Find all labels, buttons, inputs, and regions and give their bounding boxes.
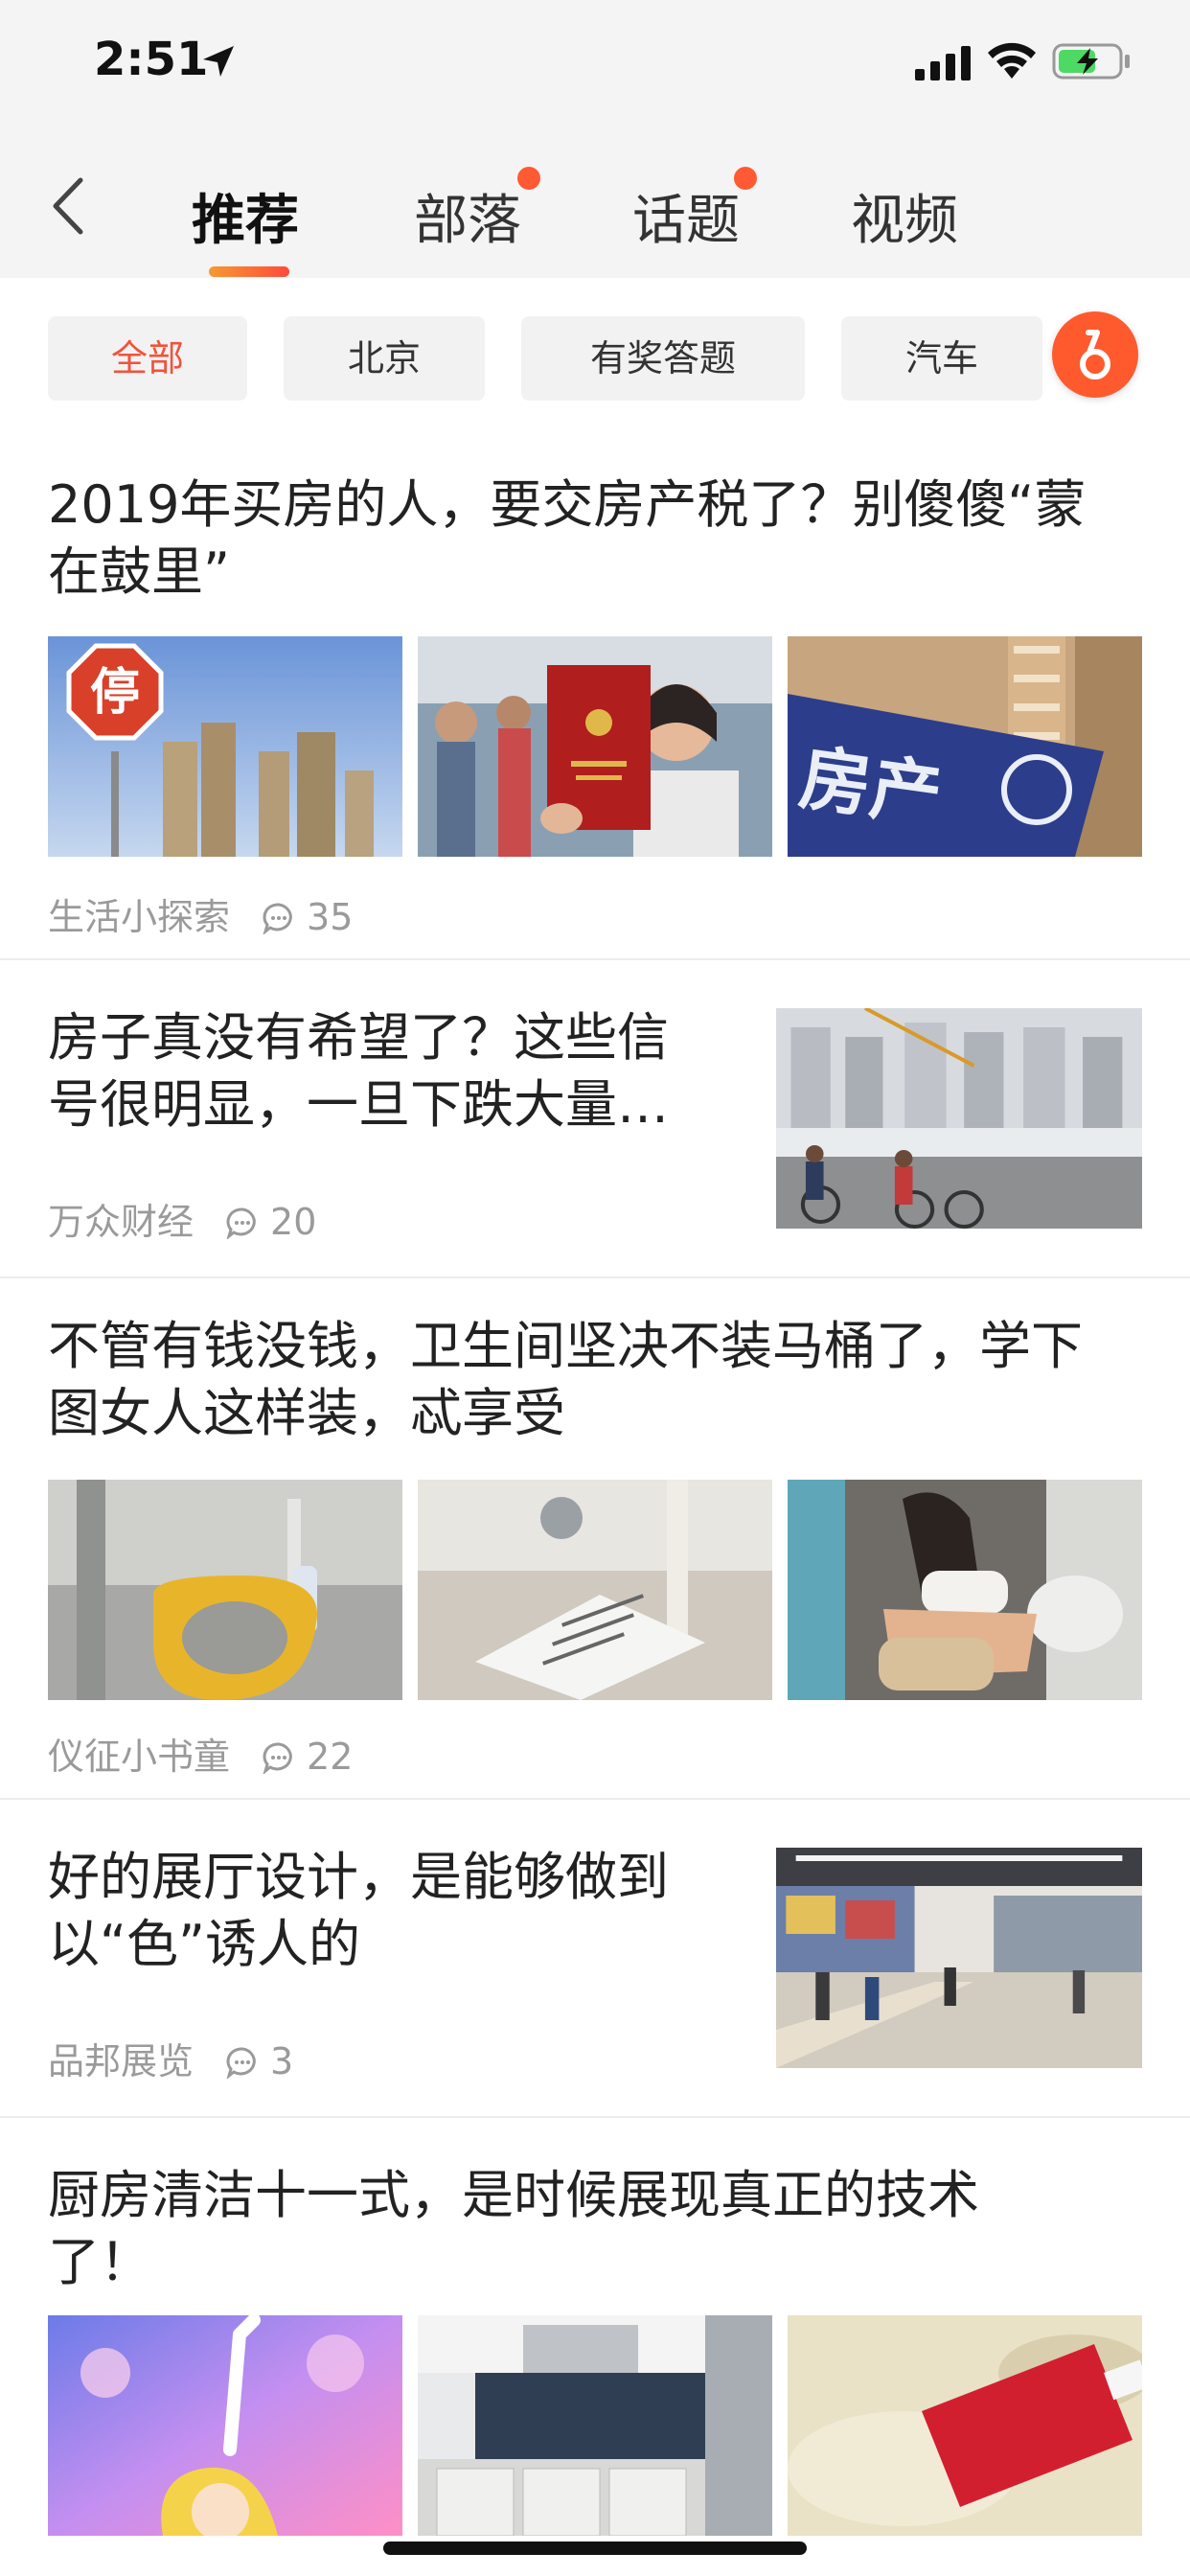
comment-count: 3 xyxy=(270,2040,294,2082)
article-card[interactable]: 好的展厅设计，是能够做到 以“色”诱人的 品邦展览 3 xyxy=(0,1800,1190,2118)
article-title: 厨房清洁十一式，是时候展现真正的技术 了！ xyxy=(48,2162,979,2296)
location-arrow-icon xyxy=(203,46,234,77)
category-filter-bar: 全部 北京 有奖答题 汽车 xyxy=(0,278,1190,441)
article-title-line: 在鼓里” xyxy=(48,541,230,602)
status-bar: 2:51 xyxy=(0,0,1190,125)
tiled-floor-image xyxy=(418,1480,772,1700)
article-title-line: 不管有钱没钱，卫生间坚决不装马桶了，学下 xyxy=(48,1316,1083,1376)
stop-sign-image: 停 xyxy=(48,636,402,857)
article-image[interactable] xyxy=(418,636,772,857)
chip-all[interactable]: 全部 xyxy=(48,316,247,401)
more-channels-icon xyxy=(1080,330,1110,380)
battery-charging-icon xyxy=(1052,43,1130,80)
article-title: 好的展厅设计，是能够做到 以“色”诱人的 xyxy=(48,1844,747,1978)
property-tax-image: 房产 xyxy=(788,636,1142,857)
image-caption: 停 xyxy=(90,664,140,722)
article-image[interactable]: 停 xyxy=(48,636,402,857)
tab-topic[interactable]: 话题 xyxy=(632,177,740,255)
article-image[interactable] xyxy=(418,2315,772,2536)
tab-video[interactable]: 视频 xyxy=(851,177,958,255)
article-title-line: 号很明显，一旦下跌大量… xyxy=(48,1074,669,1135)
article-meta: 品邦展览 3 xyxy=(48,2032,293,2084)
kitchen-image xyxy=(418,2315,772,2536)
tab-recommend[interactable]: 推荐 xyxy=(192,177,299,255)
article-title-line: 好的展厅设计，是能够做到 xyxy=(48,1847,669,1907)
article-image[interactable] xyxy=(776,1008,1142,1229)
status-time: 2:51 xyxy=(94,33,209,86)
tab-tribe[interactable]: 部落 xyxy=(414,177,521,255)
article-source: 品邦展览 xyxy=(48,2040,195,2082)
woman-bathroom-image xyxy=(788,1480,1142,1700)
scraper-cleaning-image xyxy=(788,2315,1142,2536)
article-title: 不管有钱没钱，卫生间坚决不装马桶了，学下 图女人这样装，忒享受 xyxy=(48,1313,1083,1447)
comment-count: 22 xyxy=(307,1736,354,1778)
article-image[interactable] xyxy=(776,1848,1142,2068)
article-meta: 仪征小书童 22 xyxy=(48,1727,353,1780)
article-image[interactable] xyxy=(788,1480,1142,1700)
comment-count: 35 xyxy=(307,896,354,938)
chip-beijing[interactable]: 北京 xyxy=(284,316,485,401)
article-title: 房子真没有希望了？这些信 号很明显，一旦下跌大量… xyxy=(48,1004,747,1138)
article-image[interactable]: 房产 xyxy=(788,636,1142,857)
home-indicator[interactable] xyxy=(383,2542,807,2555)
article-source: 万众财经 xyxy=(48,1201,195,1243)
comment-icon xyxy=(263,903,292,934)
more-channels-button[interactable] xyxy=(1052,311,1138,398)
chip-car[interactable]: 汽车 xyxy=(841,316,1042,401)
exhibition-hall-image xyxy=(776,1848,1142,2068)
article-card[interactable]: 2019年买房的人，要交房产税了？别傻傻“蒙 在鼓里” 停 房产 生活小探索 3… xyxy=(0,439,1190,960)
top-bar: 2:51 推荐 部落 话题 视频 xyxy=(0,0,1190,278)
article-title-line: 了！ xyxy=(48,2232,151,2292)
back-chevron-icon[interactable] xyxy=(48,176,86,236)
article-meta: 万众财经 20 xyxy=(48,1192,316,1245)
article-image[interactable] xyxy=(788,2315,1142,2536)
article-card[interactable]: 房子真没有希望了？这些信 号很明显，一旦下跌大量… 万众财经 20 xyxy=(0,960,1190,1278)
city-buildings-image xyxy=(776,1008,1142,1229)
article-image[interactable] xyxy=(418,1480,772,1700)
article-title-line: 厨房清洁十一式，是时候展现真正的技术 xyxy=(48,2165,979,2225)
article-title-line: 2019年买房的人，要交房产税了？别傻傻“蒙 xyxy=(48,474,1087,535)
active-tab-underline xyxy=(209,266,289,277)
article-source: 仪征小书童 xyxy=(48,1736,231,1778)
article-card[interactable]: 不管有钱没钱，卫生间坚决不装马桶了，学下 图女人这样装，忒享受 仪征小书童 22 xyxy=(0,1278,1190,1800)
article-title: 2019年买房的人，要交房产税了？别傻傻“蒙 在鼓里” xyxy=(48,472,1086,606)
comment-icon xyxy=(263,1742,292,1774)
article-meta: 生活小探索 35 xyxy=(48,887,353,940)
comment-count: 20 xyxy=(270,1201,317,1243)
article-image[interactable] xyxy=(48,2315,402,2536)
chip-quiz[interactable]: 有奖答题 xyxy=(521,316,805,401)
article-title-line: 图女人这样装，忒享受 xyxy=(48,1383,565,1443)
article-title-line: 房子真没有希望了？这些信 xyxy=(48,1007,669,1068)
wifi-icon xyxy=(988,42,1036,79)
comment-icon xyxy=(226,1208,256,1239)
squat-toilet-image xyxy=(48,1480,402,1700)
article-card[interactable]: 厨房清洁十一式，是时候展现真正的技术 了！ xyxy=(0,2118,1190,2576)
article-title-line: 以“色”诱人的 xyxy=(48,1914,360,1974)
article-image[interactable] xyxy=(48,1480,402,1700)
tab-tribe-badge-dot xyxy=(517,167,540,190)
article-source: 生活小探索 xyxy=(48,896,231,938)
anime-character-image xyxy=(48,2315,402,2536)
tab-topic-badge-dot xyxy=(734,167,757,190)
property-certificate-image xyxy=(418,636,772,857)
comment-icon xyxy=(226,2047,256,2079)
cellular-signal-icon xyxy=(915,46,971,80)
